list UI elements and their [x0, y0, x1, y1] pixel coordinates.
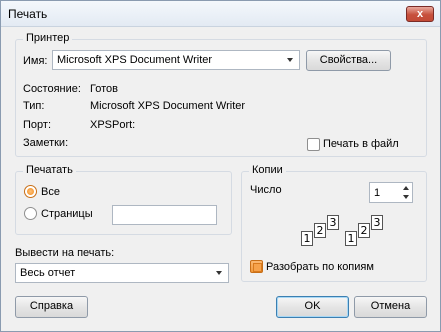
ok-button-label: OK [304, 300, 321, 312]
print-pages-label[interactable]: Страницы [41, 208, 93, 220]
close-button[interactable]: x [406, 6, 434, 22]
copies-group-title: Копии [249, 164, 286, 176]
type-value: Microsoft XPS Document Writer [90, 100, 246, 112]
ok-button[interactable]: OK [276, 296, 349, 318]
collate-page: 1 [345, 231, 357, 246]
collate-page: 2 [358, 223, 370, 238]
type-label: Тип: [23, 100, 45, 112]
print-pages-radio[interactable] [24, 207, 37, 220]
printer-name-label: Имя: [23, 55, 48, 67]
collate-page: 3 [371, 215, 383, 230]
properties-button[interactable]: Свойства... [306, 50, 391, 71]
collate-page: 2 [314, 223, 326, 238]
print-to-file-checkbox[interactable] [307, 138, 320, 151]
print-to-file-label[interactable]: Печать в файл [323, 138, 399, 150]
collate-page: 3 [327, 215, 339, 230]
help-button-label: Справка [29, 300, 74, 312]
collate-label[interactable]: Разобрать по копиям [266, 261, 374, 273]
printer-group-title: Принтер [23, 32, 73, 44]
window-title: Печать [8, 7, 48, 21]
print-range-group: Печатать [15, 164, 232, 235]
collated-pages-icon: 3 2 1 3 2 1 [301, 213, 401, 249]
port-label: Порт: [23, 119, 51, 131]
print-range-group-title: Печатать [23, 164, 76, 176]
dropdown-arrow-icon [287, 58, 293, 62]
output-value: Весь отчет [20, 267, 76, 279]
pages-input[interactable] [112, 205, 217, 225]
spin-up-icon[interactable] [403, 186, 409, 190]
printer-name-value: Microsoft XPS Document Writer [57, 54, 213, 66]
print-all-label[interactable]: Все [41, 186, 60, 198]
collate-checkbox[interactable] [250, 260, 263, 273]
comment-label: Заметки: [23, 137, 69, 149]
status-label: Состояние: [23, 83, 81, 95]
help-button[interactable]: Справка [15, 296, 88, 318]
collate-page: 1 [301, 231, 313, 246]
status-value: Готов [90, 83, 118, 95]
print-dialog: Печать x Принтер Имя: Microsoft XPS Docu… [0, 0, 441, 332]
print-all-radio[interactable] [24, 185, 37, 198]
printer-name-select[interactable]: Microsoft XPS Document Writer [52, 50, 300, 70]
copies-count-spinner[interactable]: 1 [369, 182, 413, 203]
cancel-button[interactable]: Отмена [354, 296, 427, 318]
spin-down-icon[interactable] [403, 195, 409, 199]
dropdown-arrow-icon [216, 271, 222, 275]
copies-count-value: 1 [374, 187, 381, 199]
port-value: XPSPort: [90, 119, 136, 131]
copies-count-label: Число [250, 184, 282, 196]
properties-button-label: Свойства... [319, 54, 378, 66]
close-icon: x [416, 8, 424, 20]
cancel-button-label: Отмена [370, 300, 411, 312]
output-select[interactable]: Весь отчет [15, 263, 229, 283]
title-bar: Печать x [1, 1, 440, 27]
output-label: Вывести на печать: [15, 247, 115, 259]
